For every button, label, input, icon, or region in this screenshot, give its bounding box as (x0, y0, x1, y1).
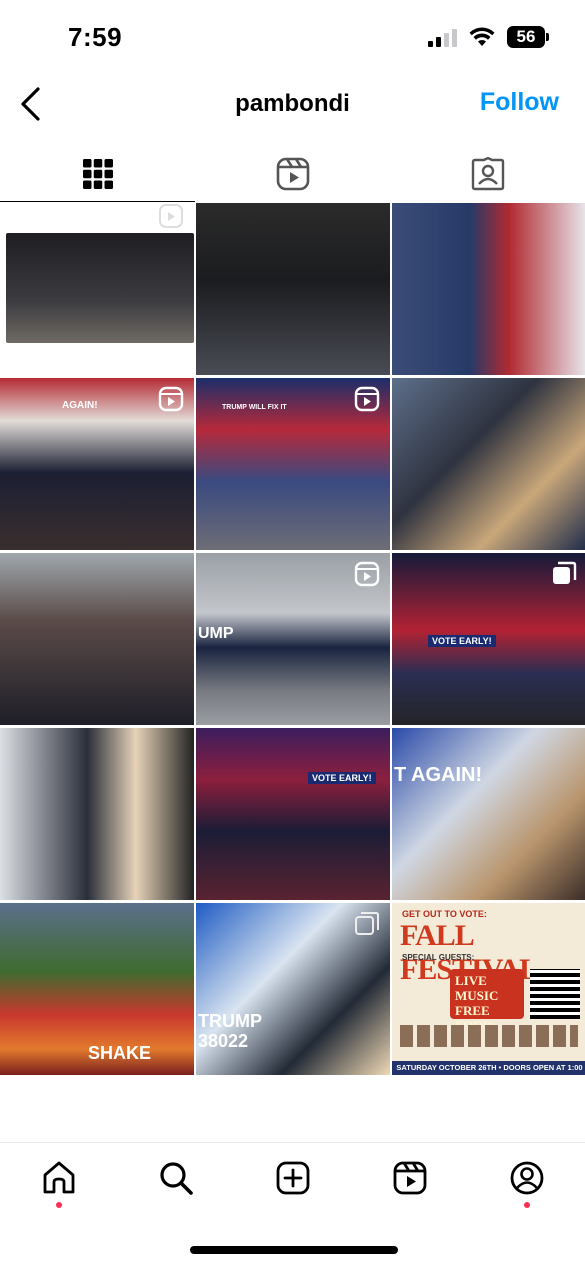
post-tile[interactable] (0, 203, 194, 375)
notification-dot (55, 1202, 62, 1208)
post-tile[interactable]: VOTE EARLY! (392, 553, 585, 725)
post-overlay-text: T AGAIN! (394, 764, 483, 786)
profile-icon (510, 1161, 543, 1194)
carousel-icon (355, 912, 379, 935)
follow-button[interactable]: Follow (480, 88, 559, 117)
tab-tagged[interactable] (390, 146, 585, 202)
reel-icon (354, 386, 380, 412)
post-tile[interactable]: SHAKE (0, 903, 194, 1075)
post-tile[interactable]: T AGAIN! (392, 728, 585, 900)
reel-icon (159, 204, 183, 228)
tab-grid[interactable] (0, 146, 195, 202)
flyer-special-guests: SPECIAL GUESTS: (402, 953, 475, 962)
status-time: 7:59 (68, 22, 123, 52)
post-tile[interactable] (0, 728, 194, 900)
nav-reels[interactable] (351, 1143, 468, 1212)
reels-icon (276, 157, 309, 191)
bottom-nav (0, 1142, 585, 1212)
carousel-icon (553, 561, 577, 584)
flyer-highlight-box: LIVE MUSIC FREE FOOD (450, 969, 524, 1033)
post-overlay-text: AGAIN! (62, 400, 98, 411)
post-overlay-text: VOTE EARLY! (428, 635, 496, 647)
post-tile[interactable]: UMP (196, 553, 390, 725)
post-tile[interactable] (392, 378, 585, 550)
post-overlay-text: TRUMP 38022 (198, 1011, 262, 1051)
post-overlay-text: SHAKE (88, 1043, 152, 1063)
status-indicators: 56 (428, 26, 549, 48)
post-tile[interactable] (392, 203, 585, 375)
profile-header: pambondi Follow (0, 80, 585, 128)
post-image (6, 233, 194, 343)
post-tile[interactable]: TRUMP 38022 (196, 903, 390, 1075)
cellular-signal-icon (428, 27, 457, 47)
post-tile[interactable] (196, 203, 390, 375)
grid-icon (82, 159, 113, 189)
profile-tabs (0, 146, 585, 202)
search-icon (159, 1161, 193, 1195)
battery-indicator: 56 (507, 26, 549, 48)
post-tile[interactable]: GET OUT TO VOTE: FALL FESTIVAL SPECIAL G… (392, 903, 585, 1075)
post-tile[interactable] (0, 553, 194, 725)
post-tile[interactable]: VOTE EARLY! (196, 728, 390, 900)
reels-icon (393, 1161, 426, 1194)
posts-grid: AGAIN! TRUMP WILL FIX IT UMP VOTE EARLY! (0, 203, 585, 1075)
nav-search[interactable] (117, 1143, 234, 1212)
tab-reels[interactable] (195, 146, 390, 202)
qr-code-icon (530, 969, 580, 1019)
flyer-guest-photos (400, 1025, 578, 1047)
post-overlay-text: VOTE EARLY! (308, 772, 376, 784)
nav-home[interactable] (0, 1143, 117, 1212)
tagged-icon (471, 157, 504, 191)
create-icon (276, 1161, 309, 1194)
flyer-footer: SATURDAY OCTOBER 26TH • DOORS OPEN AT 1:… (392, 1061, 585, 1075)
status-bar: 7:59 56 (0, 0, 585, 80)
nav-create[interactable] (234, 1143, 351, 1212)
post-tile[interactable]: TRUMP WILL FIX IT (196, 378, 390, 550)
notification-dot (523, 1202, 530, 1208)
post-overlay-text: UMP (198, 625, 234, 642)
flyer-top-text: GET OUT TO VOTE: (402, 909, 487, 919)
nav-profile[interactable] (468, 1143, 585, 1212)
wifi-icon (469, 27, 495, 46)
reel-icon (158, 386, 184, 412)
reel-icon (354, 561, 380, 587)
home-icon (43, 1161, 74, 1193)
post-tile[interactable]: AGAIN! (0, 378, 194, 550)
post-overlay-text: TRUMP WILL FIX IT (222, 404, 287, 411)
home-indicator[interactable] (190, 1246, 398, 1254)
